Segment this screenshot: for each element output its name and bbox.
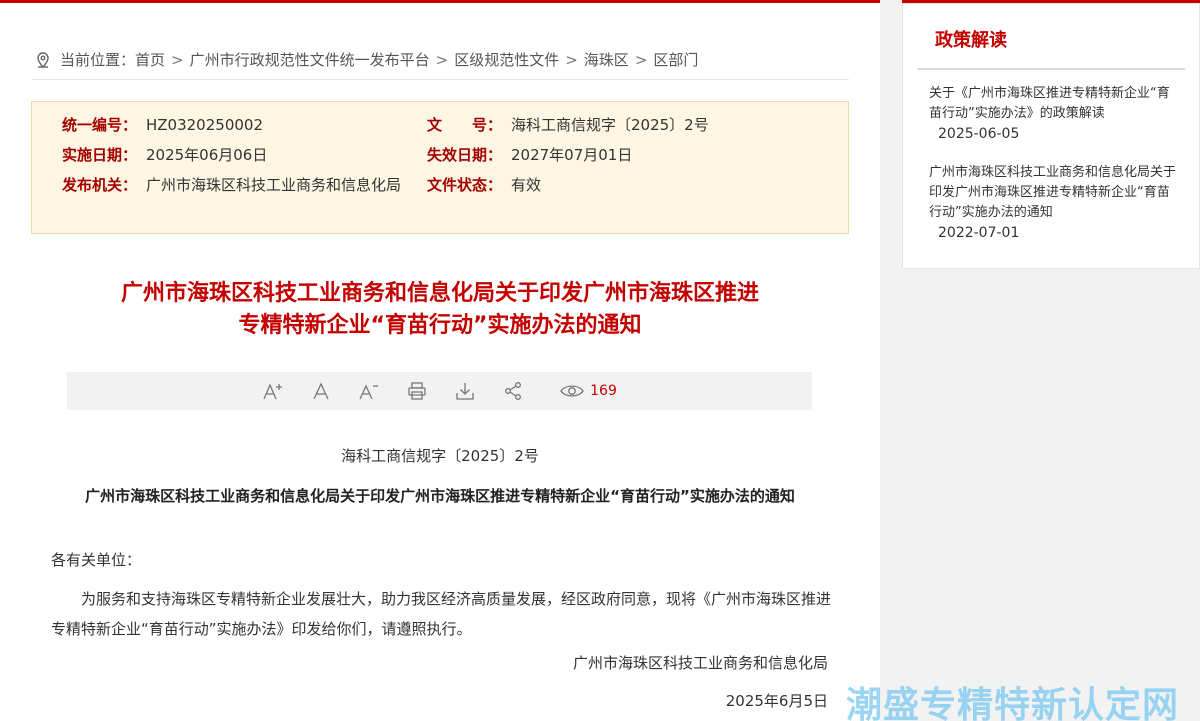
meta-label: 文 号： <box>427 116 503 134</box>
side-item-text: 广州市海珠区科技工业商务和信息化局关于印发广州市海珠区推进专精特新企业“育苗行动… <box>929 165 1177 220</box>
side-item-date: 2025-06-05 <box>938 126 1020 142</box>
eye-icon <box>560 385 584 397</box>
meta-status: 文件状态： 有效 <box>427 174 807 196</box>
view-count-value: 169 <box>590 383 617 399</box>
meta-effective-date: 实施日期： 2025年06月06日 <box>62 144 427 166</box>
font-normal-icon[interactable] <box>310 380 332 402</box>
meta-doc-number: 文 号： 海科工商信规字〔2025〕2号 <box>427 114 807 136</box>
side-panel-title: 政策解读 <box>935 30 1007 51</box>
font-increase-icon[interactable] <box>262 380 284 402</box>
meta-value: 海科工商信规字〔2025〕2号 <box>511 116 709 134</box>
meta-value: 广州市海珠区科技工业商务和信息化局 <box>146 176 402 194</box>
print-icon[interactable] <box>406 380 428 402</box>
document-title-line: 专精特新企业“育苗行动”实施办法的通知 <box>238 313 642 338</box>
download-icon[interactable] <box>454 380 476 402</box>
meta-issuer: 发布机关： 广州市海珠区科技工业商务和信息化局 <box>62 174 427 196</box>
breadcrumb-departments[interactable]: 区部门 <box>653 49 698 70</box>
main-content: 当前位置： 首页 > 广州市行政规范性文件统一发布平台 > 区级规范性文件 > … <box>0 0 880 721</box>
document-subtitle: 广州市海珠区科技工业商务和信息化局关于印发广州市海珠区推进专精特新企业“育苗行动… <box>85 487 795 505</box>
document-salutation: 各有关单位： <box>51 551 142 569</box>
meta-row: 实施日期： 2025年06月06日 失效日期： 2027年07月01日 <box>62 144 818 166</box>
meta-value: 有效 <box>511 176 542 194</box>
meta-label: 文件状态： <box>427 176 503 194</box>
document-signature-date: 2025年6月5日 <box>725 692 828 710</box>
location-pin-icon <box>37 51 49 68</box>
breadcrumb-separator: > <box>435 50 449 69</box>
policy-interpretation-panel: 政策解读 关于《广州市海珠区推进专精特新企业“育苗行动”实施办法》的政策解读 2… <box>902 3 1200 269</box>
breadcrumb: 当前位置： 首页 > 广州市行政规范性文件统一发布平台 > 区级规范性文件 > … <box>32 48 849 80</box>
meta-label: 实施日期： <box>62 146 138 164</box>
breadcrumb-district-docs[interactable]: 区级规范性文件 <box>454 49 559 70</box>
side-panel-divider <box>917 68 1185 70</box>
side-list-item[interactable]: 广州市海珠区科技工业商务和信息化局关于印发广州市海珠区推进专精特新企业“育苗行动… <box>929 163 1179 243</box>
side-item-date: 2022-07-01 <box>938 225 1020 241</box>
document-signature-org: 广州市海珠区科技工业商务和信息化局 <box>572 654 828 672</box>
meta-row: 发布机关： 广州市海珠区科技工业商务和信息化局 文件状态： 有效 <box>62 174 818 196</box>
breadcrumb-separator: > <box>565 50 578 69</box>
document-number: 海科工商信规字〔2025〕2号 <box>341 447 539 465</box>
meta-row: 统一编号： HZ0320250002 文 号： 海科工商信规字〔2025〕2号 <box>62 114 818 136</box>
font-decrease-icon[interactable] <box>358 380 380 402</box>
breadcrumb-platform[interactable]: 广州市行政规范性文件统一发布平台 <box>190 49 430 70</box>
side-item-text: 关于《广州市海珠区推进专精特新企业“育苗行动”实施办法》的政策解读 <box>929 86 1170 121</box>
side-list-item[interactable]: 关于《广州市海珠区推进专精特新企业“育苗行动”实施办法》的政策解读 2025-0… <box>929 84 1179 144</box>
document-body-paragraph: 为服务和支持海珠区专精特新企业发展壮大，助力我区经济高质量发展，经区政府同意，现… <box>51 590 832 638</box>
meta-value: 2025年06月06日 <box>146 146 268 164</box>
meta-value: HZ0320250002 <box>146 116 263 134</box>
breadcrumb-prefix: 当前位置： <box>60 51 136 69</box>
meta-label: 失效日期： <box>427 146 503 164</box>
meta-expiry-date: 失效日期： 2027年07月01日 <box>427 144 807 166</box>
share-icon[interactable] <box>502 380 524 402</box>
meta-label: 发布机关： <box>62 176 138 194</box>
breadcrumb-haizhu[interactable]: 海珠区 <box>584 49 629 70</box>
site-watermark: 潮盛专精特新认定网 <box>846 685 1180 721</box>
breadcrumb-separator: > <box>171 50 184 69</box>
meta-label: 统一编号： <box>62 116 138 134</box>
document-meta-box: 统一编号： HZ0320250002 文 号： 海科工商信规字〔2025〕2号 … <box>31 101 849 234</box>
breadcrumb-separator: > <box>634 50 648 69</box>
article-toolbar: 169 <box>67 372 812 410</box>
meta-unified-number: 统一编号： HZ0320250002 <box>62 114 427 136</box>
view-count: 169 <box>560 383 617 399</box>
breadcrumb-home[interactable]: 首页 <box>135 49 165 70</box>
document-title-line: 广州市海珠区科技工业商务和信息化局关于印发广州市海珠区推进 <box>120 281 759 306</box>
document-title: 广州市海珠区科技工业商务和信息化局关于印发广州市海珠区推进 专精特新企业“育苗行… <box>40 278 840 342</box>
meta-value: 2027年07月01日 <box>511 146 633 164</box>
